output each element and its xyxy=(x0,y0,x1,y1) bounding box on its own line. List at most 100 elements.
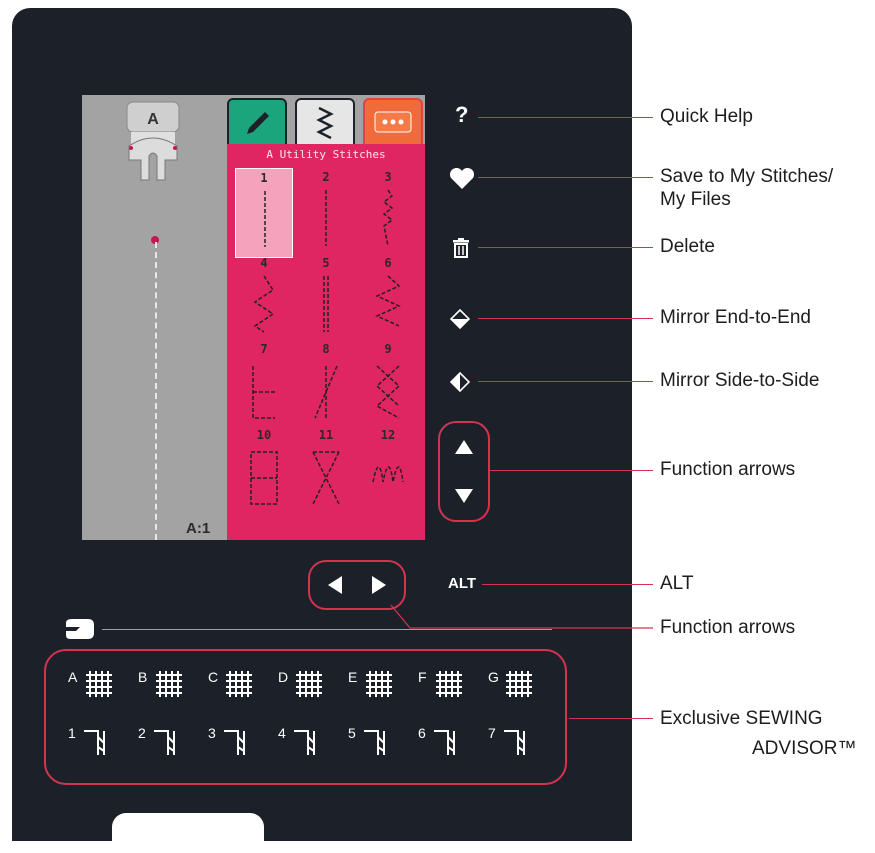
technique-label: 6 xyxy=(418,725,426,741)
stitch-cell[interactable]: 2 xyxy=(297,168,355,258)
callout-save-1: Save to My Stitches/ xyxy=(660,166,834,187)
callout-leader xyxy=(390,604,653,629)
callout-line xyxy=(478,177,653,178)
arrow-right-icon[interactable] xyxy=(372,576,386,594)
quick-help-button[interactable]: ? xyxy=(455,102,468,128)
stitch-path xyxy=(312,451,340,505)
callout-line xyxy=(478,117,653,118)
fabric-button[interactable]: E xyxy=(348,669,392,697)
arrow-down-icon[interactable] xyxy=(455,489,473,503)
stitch-number: 10 xyxy=(256,428,272,442)
technique-button[interactable]: 3 xyxy=(208,725,245,755)
technique-icon xyxy=(224,730,245,755)
mirror-end-to-end-icon[interactable] xyxy=(450,309,470,329)
zigzag-icon xyxy=(316,106,334,140)
fabric-button[interactable]: C xyxy=(208,669,252,697)
fabric-button[interactable]: D xyxy=(278,669,322,697)
stitch-path xyxy=(375,275,401,327)
fabric-icon xyxy=(296,671,322,697)
technique-button[interactable]: 5 xyxy=(348,725,385,755)
fabric-label: B xyxy=(138,669,148,685)
technique-label: 4 xyxy=(278,725,286,741)
technique-button[interactable]: 2 xyxy=(138,725,175,755)
stitch-pattern-icon xyxy=(314,365,338,419)
callout-line xyxy=(488,470,653,471)
technique-icon-shape xyxy=(294,730,315,755)
technique-button[interactable]: 1 xyxy=(68,725,105,755)
stitch-pattern-icon xyxy=(323,276,329,332)
stitch-pattern-icon xyxy=(325,190,327,246)
fabric-button[interactable]: B xyxy=(138,669,182,697)
stitch-cell[interactable]: 1 xyxy=(235,168,293,258)
mirror-side-to-side-icon[interactable] xyxy=(450,372,470,392)
fabric-button[interactable]: A xyxy=(68,669,112,697)
tab-edit[interactable] xyxy=(227,98,287,146)
tab-stitches[interactable] xyxy=(295,98,355,146)
presser-foot-letter: A xyxy=(147,111,159,128)
fabric-icon xyxy=(156,671,182,697)
fabric-button[interactable]: F xyxy=(418,669,462,697)
technique-icon-shape xyxy=(224,730,245,755)
trash-icon[interactable] xyxy=(452,238,470,258)
technique-button[interactable]: 6 xyxy=(418,725,455,755)
technique-icon xyxy=(434,730,455,755)
stitch-cell[interactable]: 8 xyxy=(297,340,355,430)
function-arrows-horizontal xyxy=(308,560,406,610)
callout-line xyxy=(478,247,653,248)
stitch-path xyxy=(323,276,329,332)
technique-icon-shape xyxy=(154,730,175,755)
callout-function-arrows-h: Function arrows xyxy=(660,617,796,638)
stitch-cell[interactable]: 3 xyxy=(359,168,417,258)
technique-button[interactable]: 7 xyxy=(488,725,525,755)
technique-label: 7 xyxy=(488,725,496,741)
stitch-number: 9 xyxy=(384,342,392,356)
stitch-path xyxy=(372,466,404,483)
technique-label: 1 xyxy=(68,725,76,741)
stitch-cell[interactable]: 4 xyxy=(235,254,293,344)
fabric-icon-shape xyxy=(366,671,392,697)
technique-icon xyxy=(84,730,105,755)
stitch-cell[interactable]: 7 xyxy=(235,340,293,430)
technique-button[interactable]: 4 xyxy=(278,725,315,755)
fabric-icon xyxy=(506,671,532,697)
divider xyxy=(102,629,552,630)
stitch-pattern-icon xyxy=(250,451,278,505)
arrow-left-icon[interactable] xyxy=(328,576,342,594)
callout-save-2: My Files xyxy=(660,189,731,210)
fabric-button[interactable]: G xyxy=(488,669,532,697)
alt-button[interactable]: ALT xyxy=(448,575,476,592)
stitch-path xyxy=(375,365,401,419)
stitch-cell[interactable]: 6 xyxy=(359,254,417,344)
stitch-cell[interactable]: 5 xyxy=(297,254,355,344)
heart-icon[interactable] xyxy=(449,168,475,190)
stitch-cell[interactable]: 10 xyxy=(235,426,293,516)
stitch-number: 6 xyxy=(384,256,392,270)
fabric-icon xyxy=(366,671,392,697)
stitch-pattern-icon xyxy=(312,451,340,505)
stitch-cell[interactable]: 11 xyxy=(297,426,355,516)
stitch-pattern-icon xyxy=(253,275,275,333)
position-label: A:1 xyxy=(186,520,211,537)
callout-line xyxy=(569,718,653,719)
panel-notch xyxy=(112,813,264,853)
arrow-up-icon[interactable] xyxy=(455,440,473,454)
callout-alt: ALT xyxy=(660,573,694,594)
callout-delete: Delete xyxy=(660,236,715,257)
stitch-pattern-icon xyxy=(252,366,275,419)
stitch-pattern-icon xyxy=(375,275,401,327)
fabric-label: D xyxy=(278,669,289,685)
stitch-cell[interactable]: 12 xyxy=(359,426,417,516)
stitch-number: 1 xyxy=(260,171,268,185)
fabric-icon-shape xyxy=(436,671,462,697)
callout-advisor-1: Exclusive SEWING xyxy=(660,708,823,729)
tab-more[interactable] xyxy=(363,98,423,146)
more-icon xyxy=(374,111,412,133)
presser-foot-icon: A xyxy=(126,101,180,181)
sewing-advisor-panel: A B C D E F G 1 2 3 4 5 6 7 xyxy=(44,649,567,785)
stitch-cell[interactable]: 9 xyxy=(359,340,417,430)
callout-line xyxy=(478,381,653,382)
fabric-label: C xyxy=(208,669,219,685)
callout-line xyxy=(482,584,653,585)
stitch-tabs xyxy=(227,98,425,148)
technique-icon xyxy=(154,730,175,755)
